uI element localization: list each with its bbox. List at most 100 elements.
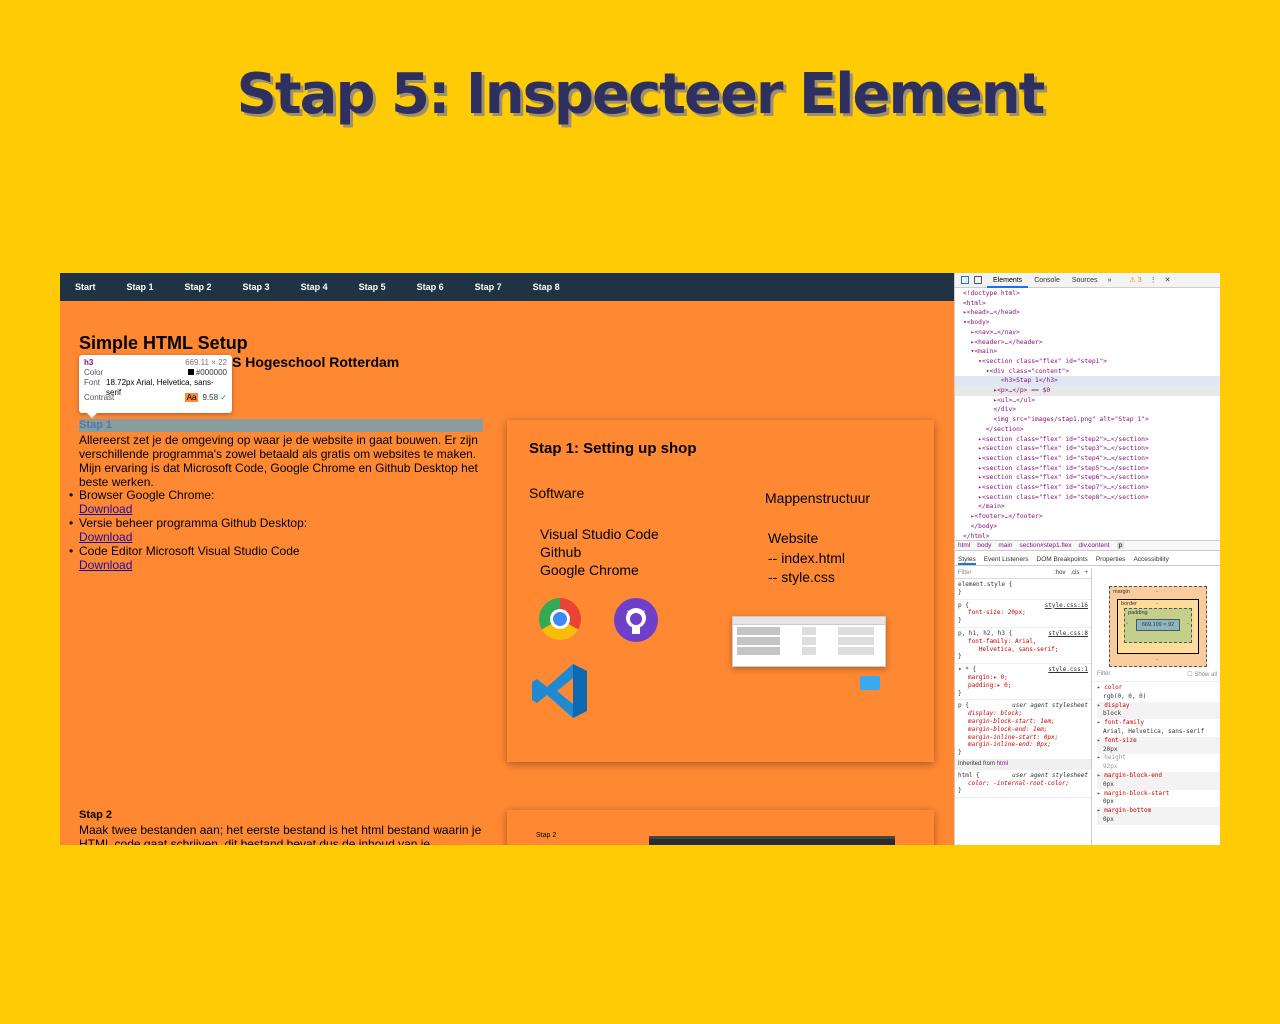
inherited-label: Inherited from <box>958 760 996 767</box>
new-rule-button[interactable]: + <box>1084 570 1088 576</box>
cls-toggle[interactable]: .cls <box>1070 570 1079 576</box>
tab-sources[interactable]: Sources <box>1066 273 1104 288</box>
computed-property[interactable]: margin-block-start0px <box>1097 790 1220 808</box>
dom-node[interactable]: <html> <box>963 299 1220 309</box>
computed-property[interactable]: margin-bottom0px <box>1097 807 1220 825</box>
dom-node[interactable]: ▸<section class="flex" id="step8">…</sec… <box>963 493 1220 503</box>
css-property[interactable]: margin-inline-end: 0px; <box>958 741 1088 749</box>
tab-console[interactable]: Console <box>1028 273 1066 288</box>
nav-item[interactable]: Stap 5 <box>359 282 386 292</box>
styles-filter[interactable]: Filter :hov .cls + <box>955 568 1091 579</box>
nav-item[interactable]: Start <box>75 282 96 292</box>
nav-item[interactable]: Stap 1 <box>127 282 154 292</box>
subtab[interactable]: Properties <box>1096 553 1126 565</box>
nav-item[interactable]: Stap 6 <box>417 282 444 292</box>
subtab[interactable]: Styles <box>958 553 976 565</box>
rule-source[interactable]: style.css:8 <box>1048 630 1088 638</box>
dom-node[interactable]: ▾<div class="content"> <box>963 367 1220 377</box>
dom-node[interactable]: ▸<head>…</head> <box>963 308 1220 318</box>
css-property[interactable]: font-size: 20px; <box>958 609 1088 617</box>
dom-node[interactable]: ▸<footer>…</footer> <box>963 512 1220 522</box>
tooltip-font-value: 18.72px Arial, Helvetica, sans-serif <box>106 378 214 397</box>
rule-close: } <box>958 617 962 625</box>
download-link[interactable]: Download <box>79 558 487 572</box>
dom-node[interactable]: </section> <box>963 425 1220 435</box>
css-property[interactable]: padding:▸ 0; <box>958 682 1088 690</box>
dom-node[interactable]: <img src="images/stap1.png" alt="Stap 1"… <box>963 415 1220 425</box>
dom-node[interactable]: ▾<section class="flex" id="step1"> <box>963 357 1220 367</box>
css-property[interactable]: margin-block-start: 1em; <box>958 718 1088 726</box>
css-property[interactable]: Helvetica, sans-serif; <box>958 646 1088 654</box>
nav-bar: Start Stap 1 Stap 2 Stap 3 Stap 4 Stap 5 Stap … <box>60 273 954 301</box>
dom-node[interactable]: <!doctype html> <box>963 289 1220 299</box>
dom-node[interactable]: ▾<body> <box>963 318 1220 328</box>
dom-node[interactable]: <h3>Stap 1</h3> <box>955 376 1220 387</box>
computed-filter-placeholder[interactable]: Filter <box>1097 671 1110 678</box>
list-item-label: Versie beheer programma Github Desktop: <box>79 516 308 530</box>
css-property[interactable]: color: -internal-root-color; <box>958 780 1088 788</box>
computed-property[interactable]: font-familyArial, Helvetica, sans-serif <box>1097 719 1220 737</box>
subtab[interactable]: Event Listeners <box>984 553 1029 565</box>
breadcrumb-item[interactable]: body <box>977 542 991 549</box>
nav-item[interactable]: Stap 8 <box>533 282 560 292</box>
dom-node[interactable]: </html> <box>963 532 1220 539</box>
rule-source: user agent stylesheet <box>1012 702 1088 710</box>
dom-node[interactable]: </body> <box>963 522 1220 532</box>
nav-item[interactable]: Stap 4 <box>301 282 328 292</box>
computed-property[interactable]: displayblock <box>1097 701 1220 720</box>
dom-node[interactable]: ▸<section class="flex" id="step6">…</sec… <box>963 473 1220 483</box>
breadcrumb-item[interactable]: div.content <box>1079 542 1110 549</box>
styles-pane: Filter :hov .cls + element.style {} style.c… <box>955 568 1092 845</box>
subtab[interactable]: DOM Breakpoints <box>1037 553 1088 565</box>
dom-node[interactable]: ▾<main> <box>963 347 1220 357</box>
dom-node[interactable]: ▸<section class="flex" id="step3">…</sec… <box>963 444 1220 454</box>
subtab[interactable]: Accessibility <box>1133 553 1168 565</box>
breadcrumb-item[interactable]: html <box>958 542 970 549</box>
dom-node[interactable]: ▸<section class="flex" id="step4">…</sec… <box>963 454 1220 464</box>
css-property[interactable]: display: block; <box>958 710 1088 718</box>
warning-badge[interactable]: ⚠ 3 <box>1129 276 1141 284</box>
computed-property[interactable]: colorrgb(0, 0, 0) <box>1097 684 1220 702</box>
computed-property[interactable]: font-size20px <box>1097 736 1220 755</box>
computed-filter[interactable]: Filter ☐ Show all <box>1093 668 1220 682</box>
step1-text: Allereerst zet je de omgeving op waar je… <box>79 433 478 489</box>
css-property[interactable]: margin:▸ 0; <box>958 674 1088 682</box>
css-property[interactable]: font-family: Arial, <box>958 638 1088 646</box>
nav-item[interactable]: Stap 3 <box>243 282 270 292</box>
browser-screenshot: Start Stap 1 Stap 2 Stap 3 Stap 4 Stap 5 Stap … <box>60 273 1220 845</box>
nav-item[interactable]: Stap 7 <box>475 282 502 292</box>
kebab-menu-icon[interactable]: ⋮ <box>1150 276 1157 284</box>
tool-item: Google Chrome <box>540 562 639 578</box>
dom-node[interactable]: ▸<header>…</header> <box>963 338 1220 348</box>
dom-node[interactable]: </main> <box>963 502 1220 512</box>
breadcrumb-item[interactable]: section#step1.flex <box>1019 542 1071 549</box>
more-tabs-icon[interactable]: » <box>1104 277 1116 284</box>
close-icon[interactable]: ✕ <box>1165 276 1171 284</box>
tab-elements[interactable]: Elements <box>987 273 1029 288</box>
dom-node[interactable]: ▸<section class="flex" id="step5">…</sec… <box>963 464 1220 474</box>
breadcrumb-item[interactable]: p <box>1116 542 1125 549</box>
rule-source[interactable]: style.css:16 <box>1045 602 1088 610</box>
dom-node[interactable]: ▸<p>…</p> == $0 <box>955 386 1220 396</box>
dom-node[interactable]: ▸<ul>…</ul> <box>963 396 1220 406</box>
nav-item[interactable]: Stap 2 <box>185 282 212 292</box>
dom-node[interactable]: ▸<section class="flex" id="step2">…</sec… <box>963 435 1220 445</box>
inspect-icon[interactable] <box>961 276 969 284</box>
device-toggle-icon[interactable] <box>974 276 982 284</box>
dom-node[interactable]: ▸<nav>…</nav> <box>963 328 1220 338</box>
download-link[interactable]: Download <box>79 530 487 544</box>
show-all-toggle[interactable]: ☐ Show all <box>1187 671 1217 678</box>
filter-placeholder[interactable]: Filter <box>958 568 971 578</box>
css-property[interactable]: margin-block-end: 1em; <box>958 726 1088 734</box>
rule-source[interactable]: style.css:1 <box>1048 666 1088 674</box>
computed-property[interactable]: height92px <box>1097 754 1220 772</box>
computed-property[interactable]: margin-block-end0px <box>1097 771 1220 790</box>
download-link[interactable]: Download <box>79 502 487 516</box>
breadcrumb-item[interactable]: main <box>998 542 1012 549</box>
dom-node[interactable]: ▸<section class="flex" id="step7">…</sec… <box>963 483 1220 493</box>
dom-node[interactable]: </div> <box>963 405 1220 415</box>
site-subtitle-text: S Hogeschool Rotterdam <box>232 354 400 370</box>
css-property[interactable]: margin-inline-start: 0px; <box>958 734 1088 742</box>
hov-toggle[interactable]: :hov <box>1054 570 1065 576</box>
selector-text: p, h1, h2, h3 { <box>958 629 1013 637</box>
